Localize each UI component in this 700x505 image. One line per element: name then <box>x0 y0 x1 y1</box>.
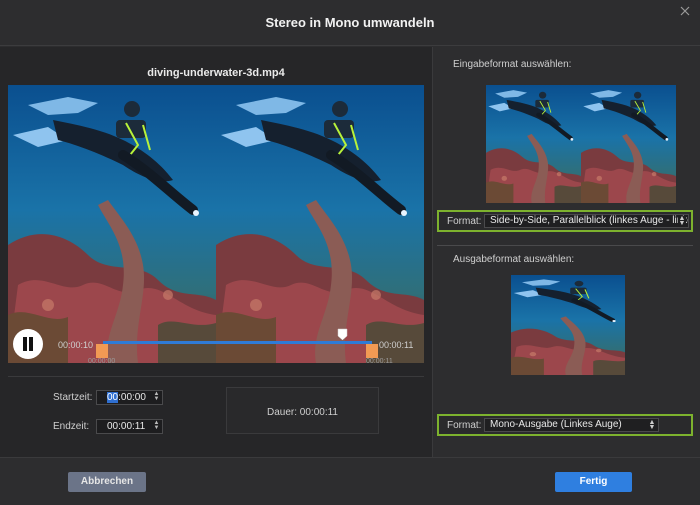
input-format-select[interactable]: Side-by-Side, Parallelblick (linkes Auge… <box>484 214 689 228</box>
spinner-arrows-icon[interactable]: ▲ ▼ <box>153 391 160 403</box>
input-format-row: Format: Side-by-Side, Parallelblick (lin… <box>437 210 693 232</box>
current-time-right: 00:00:11 <box>379 340 414 350</box>
done-button[interactable]: Fertig <box>555 472 632 492</box>
input-section-title: Eingabeformat auswählen: <box>453 59 572 70</box>
end-time-label: Endzeit: <box>53 421 90 432</box>
title-bar: Stereo in Mono umwandeln <box>0 0 700 46</box>
preview-panel: diving-underwater-3d.mp4 00:00:10 00:00:… <box>0 47 432 457</box>
spinner-arrows-icon[interactable]: ▲ ▼ <box>153 420 160 432</box>
footer: Abbrechen Fertig <box>0 457 700 505</box>
range-end-time: 00:00:11 <box>366 358 393 365</box>
divider <box>437 245 693 246</box>
chevron-updown-icon: ▲ ▼ <box>648 419 656 431</box>
output-section-title: Ausgabeformat auswählen: <box>453 254 575 265</box>
video-preview <box>8 85 424 363</box>
output-format-row: Format: Mono-Ausgabe (Linkes Auge) ▲ ▼ <box>437 414 693 436</box>
close-icon[interactable] <box>678 4 692 18</box>
output-format-label: Format: <box>447 420 482 431</box>
output-format-select[interactable]: Mono-Ausgabe (Linkes Auge) ▲ ▼ <box>484 418 659 432</box>
playhead-marker-icon[interactable] <box>337 328 348 341</box>
format-panel: Eingabeformat auswählen: Format: Side-by… <box>433 47 700 457</box>
trim-end-handle[interactable] <box>366 344 378 358</box>
pause-button[interactable] <box>13 329 43 359</box>
pause-icon <box>23 337 27 351</box>
file-name: diving-underwater-3d.mp4 <box>147 67 285 79</box>
chevron-updown-icon: ▲ ▼ <box>678 215 686 227</box>
video-left-eye <box>8 85 216 363</box>
cancel-button[interactable]: Abbrechen <box>68 472 146 492</box>
timeline-track[interactable] <box>103 341 372 344</box>
trim-start-handle[interactable] <box>96 344 108 358</box>
range-start-time: 00:00:00 <box>88 358 116 365</box>
convert-dialog: Stereo in Mono umwandeln diving-underwat… <box>0 0 700 505</box>
input-format-thumbnail <box>486 85 676 203</box>
output-format-thumbnail <box>511 275 625 375</box>
current-time-left: 00:00:10 <box>58 340 94 350</box>
video-right-eye <box>216 85 424 363</box>
start-time-label: Startzeit: <box>53 392 93 403</box>
dialog-title: Stereo in Mono umwandeln <box>265 15 435 30</box>
input-format-label: Format: <box>447 216 482 227</box>
duration-box: Dauer: 00:00:11 <box>226 387 379 434</box>
divider <box>8 376 424 377</box>
start-time-input[interactable]: 00:00:00 ▲ ▼ <box>96 390 163 405</box>
duration-label: Dauer: <box>267 407 298 418</box>
duration-value: 00:00:11 <box>299 407 338 418</box>
end-time-input[interactable]: 00:00:11 ▲ ▼ <box>96 419 163 434</box>
